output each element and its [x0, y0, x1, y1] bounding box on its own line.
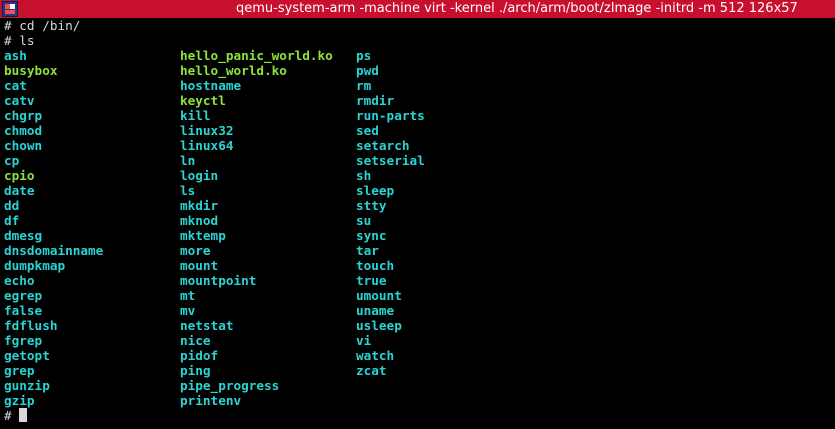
ls-entry: printenv: [180, 393, 242, 408]
ls-entry: linux32: [180, 123, 234, 138]
ls-entry: chmod: [4, 123, 43, 138]
ls-entry: login: [180, 168, 219, 183]
ls-entry: pipe_progress: [180, 378, 280, 393]
ls-entry: grep: [4, 363, 35, 378]
ls-entry: sleep: [356, 183, 395, 198]
ls-entry: busybox: [4, 63, 58, 78]
terminal-output[interactable]: # cd /bin/ # ls ash busybox cat catv chgrp ch…: [4, 18, 835, 429]
ls-column-1: ash busybox cat catv chgrp chmod chown cp cpio da…: [4, 48, 103, 408]
ls-entry: dd: [4, 198, 20, 213]
ls-entry: dumpkmap: [4, 258, 66, 273]
ls-entry: nice: [180, 333, 211, 348]
ls-entry: uname: [356, 303, 395, 318]
ls-entry: mkdir: [180, 198, 219, 213]
ls-entry: dnsdomainname: [4, 243, 104, 258]
ls-entry: gunzip: [4, 378, 50, 393]
ls-entry: ash: [4, 48, 27, 63]
ls-entry: date: [4, 183, 35, 198]
ls-entry: fgrep: [4, 333, 43, 348]
ls-entry: kill: [180, 108, 211, 123]
ls-entry: chgrp: [4, 108, 43, 123]
ls-entry: false: [4, 303, 43, 318]
command-line-cd: # cd /bin/: [4, 18, 81, 33]
ls-entry: zcat: [356, 363, 387, 378]
ls-entry: egrep: [4, 288, 43, 303]
shell-prompt: #: [4, 408, 20, 423]
ls-entry: mv: [180, 303, 196, 318]
ls-entry: rm: [356, 78, 372, 93]
ls-entry: ping: [180, 363, 211, 378]
ls-entry: setarch: [356, 138, 410, 153]
ls-entry: hello_panic_world.ko: [180, 48, 333, 63]
ls-entry: dmesg: [4, 228, 43, 243]
ls-entry: usleep: [356, 318, 402, 333]
qemu-app-icon[interactable]: [2, 1, 18, 17]
ls-entry: pidof: [180, 348, 219, 363]
ls-entry: true: [356, 273, 387, 288]
ls-entry: mktemp: [180, 228, 226, 243]
terminal-window: qemu-system-arm -machine virt -kernel ./…: [0, 0, 835, 429]
ls-entry: sed: [356, 123, 379, 138]
ls-entry: su: [356, 213, 372, 228]
ls-entry: mountpoint: [180, 273, 257, 288]
ls-entry: mount: [180, 258, 219, 273]
ls-entry: fdflush: [4, 318, 58, 333]
ls-entry: tar: [356, 243, 379, 258]
ls-column-2: hello_panic_world.ko hello_world.ko hostna…: [180, 48, 333, 408]
ls-listing: ash busybox cat catv chgrp chmod chown cp cpio da…: [4, 48, 835, 408]
ls-column-3: ps pwd rm rmdir run-parts sed setarch setserial…: [356, 48, 425, 378]
ls-entry: mt: [180, 288, 196, 303]
title-bar[interactable]: qemu-system-arm -machine virt -kernel ./…: [0, 0, 835, 18]
ls-entry: touch: [356, 258, 395, 273]
window-title: qemu-system-arm -machine virt -kernel ./…: [236, 1, 798, 16]
ls-entry: umount: [356, 288, 402, 303]
ls-entry: ln: [180, 153, 196, 168]
ls-entry: echo: [4, 273, 35, 288]
command-line-ls: # ls: [4, 33, 35, 48]
ls-entry: mknod: [180, 213, 219, 228]
ls-entry: gzip: [4, 393, 35, 408]
ls-entry: watch: [356, 348, 395, 363]
text-cursor: [19, 408, 28, 422]
ls-entry: run-parts: [356, 108, 425, 123]
ls-entry: linux64: [180, 138, 234, 153]
ls-entry: cp: [4, 153, 20, 168]
ls-entry: sync: [356, 228, 387, 243]
shell-prompt-line[interactable]: #: [4, 408, 835, 423]
ls-entry: df: [4, 213, 20, 228]
ls-entry: catv: [4, 93, 35, 108]
ls-entry: more: [180, 243, 211, 258]
ls-entry: keyctl: [180, 93, 226, 108]
ls-entry: hello_world.ko: [180, 63, 287, 78]
ls-entry: hostname: [180, 78, 242, 93]
ls-entry: ls: [180, 183, 196, 198]
ls-entry: cat: [4, 78, 27, 93]
ls-entry: cpio: [4, 168, 35, 183]
ls-entry: chown: [4, 138, 43, 153]
ls-entry: stty: [356, 198, 387, 213]
ls-entry: pwd: [356, 63, 379, 78]
ls-entry: vi: [356, 333, 372, 348]
ls-entry: rmdir: [356, 93, 395, 108]
ls-entry: getopt: [4, 348, 50, 363]
ls-entry: ps: [356, 48, 372, 63]
ls-entry: netstat: [180, 318, 234, 333]
ls-entry: setserial: [356, 153, 425, 168]
ls-entry: sh: [356, 168, 372, 183]
